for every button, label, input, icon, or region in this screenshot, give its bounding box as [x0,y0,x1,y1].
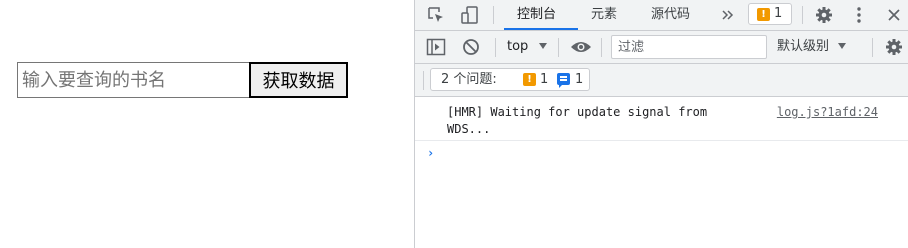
more-tabs-icon[interactable] [721,8,735,22]
issues-bar: 2 个问题: ! 1 1 [415,64,908,97]
toolbar-separator-4 [872,38,873,57]
devtools-tabbar: 控制台 元素 源代码 ! 1 [415,0,908,31]
toolbar-separator [495,38,496,57]
toolbar-separator-3 [601,38,602,57]
close-icon[interactable] [886,7,902,23]
context-selector[interactable]: top [507,38,548,56]
warning-icon: ! [757,8,770,21]
devtools-panel: 控制台 元素 源代码 ! 1 top 过滤 默认级别 2 个问题: ! 1 1 … [414,0,908,248]
context-label: top [507,39,529,54]
tab-elements[interactable]: 元素 [591,0,617,30]
warning-count: 1 [540,72,549,87]
issues-summary-button[interactable]: 2 个问题: ! 1 1 [430,68,590,91]
console-message: [HMR] Waiting for update signal from WDS… [415,97,908,141]
dropdown-arrow-icon [838,43,847,49]
info-message-icon [557,73,570,88]
tab-sources[interactable]: 源代码 [651,0,690,30]
log-level-label: 默认级别 [777,39,830,54]
issues-summary-label: 2 个问题: [441,72,497,87]
console-filter-input[interactable] [611,35,767,59]
toolbar-separator-2 [558,38,559,57]
tabbar-separator-2 [802,6,803,24]
console-source-link[interactable]: log.js?1afd:24 [777,104,878,121]
console-prompt-chevron-icon[interactable]: › [427,146,434,160]
active-tab-indicator [504,28,578,30]
dropdown-arrow-icon [539,43,548,49]
eye-icon[interactable] [570,40,592,54]
book-search-input[interactable] [17,62,249,98]
sidebar-toggle-icon[interactable] [426,38,446,56]
console-toolbar: top 默认级别 [415,31,908,64]
device-toggle-icon[interactable] [460,5,480,25]
tab-console[interactable]: 控制台 [517,0,556,30]
issues-counter-badge[interactable]: ! 1 [748,3,792,25]
info-count: 1 [575,72,584,87]
fetch-data-button[interactable]: 获取数据 [249,62,348,98]
kebab-menu-icon[interactable] [852,6,866,24]
console-settings-icon[interactable] [884,37,904,57]
log-level-selector[interactable]: 默认级别 [777,38,847,56]
web-page: 获取数据 [0,0,414,248]
issues-bar-separator [423,71,424,90]
settings-icon[interactable] [814,5,834,25]
warning-icon: ! [523,73,536,86]
clear-console-icon[interactable] [462,38,480,56]
console-message-text: [HMR] Waiting for update signal from WDS… [447,105,715,136]
tabbar-separator [493,6,494,24]
issue-count: 1 [774,6,783,21]
inspect-icon[interactable] [427,6,445,24]
